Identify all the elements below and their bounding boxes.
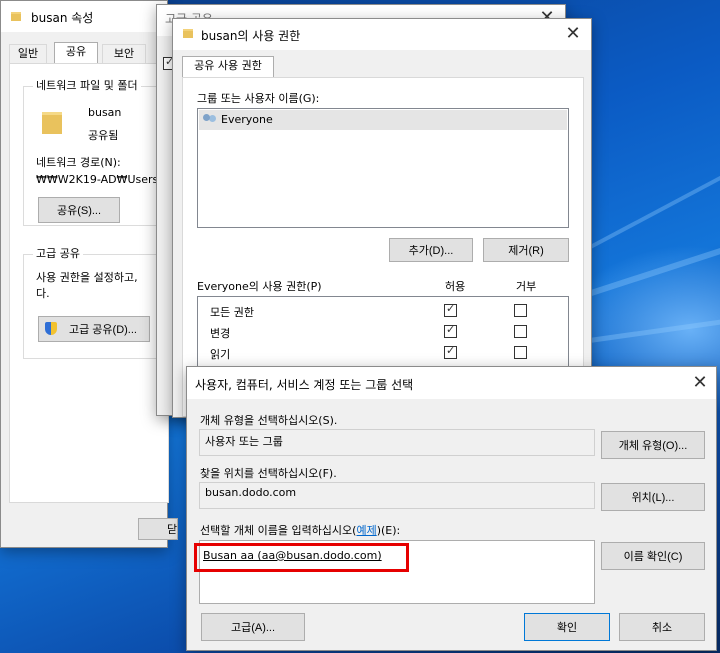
network-path-label: 네트워크 경로(N): bbox=[36, 156, 121, 169]
properties-window: busan 속성 일반 공유 보안 네트워크 파일 및 폴더 busan 공유됨… bbox=[0, 0, 178, 548]
highlight-box bbox=[194, 543, 409, 572]
permissions-window: busan의 사용 권한 ✕ 공유 사용 권한 그룹 또는 사용자 이름(G):… bbox=[172, 18, 592, 418]
check-names-button[interactable]: 이름 확인(C) bbox=[601, 542, 705, 570]
tab-security[interactable]: 보안 bbox=[102, 44, 146, 64]
sharing-panel: 네트워크 파일 및 폴더 busan 공유됨 네트워크 경로(N): ₩₩W2K… bbox=[9, 63, 169, 503]
permission-name: 모든 권한 bbox=[210, 306, 254, 319]
list-item[interactable]: Everyone bbox=[199, 110, 567, 130]
locations-button[interactable]: 위치(L)... bbox=[601, 483, 705, 511]
allow-change-checkbox[interactable]: ✓ bbox=[444, 323, 457, 338]
location-label: 찾을 위치를 선택하십시오(F). bbox=[200, 467, 337, 480]
group-user-label: 그룹 또는 사용자 이름(G): bbox=[197, 92, 320, 105]
group-user-listbox[interactable]: Everyone bbox=[197, 108, 569, 228]
cancel-button[interactable]: 취소 bbox=[619, 613, 705, 641]
share-button[interactable]: 공유(S)... bbox=[38, 197, 120, 223]
tab-sharing[interactable]: 공유 bbox=[54, 42, 98, 64]
properties-title: busan 속성 bbox=[31, 11, 94, 25]
ok-button[interactable]: 확인 bbox=[524, 613, 610, 641]
allow-header: 허용 bbox=[445, 280, 466, 293]
network-path-value: ₩₩W2K19-AD₩Users₩ bbox=[36, 173, 170, 186]
allow-full-control-checkbox[interactable]: ✓ bbox=[444, 302, 457, 317]
folder-icon bbox=[11, 12, 21, 21]
user-name: Everyone bbox=[221, 113, 273, 126]
deny-header: 거부 bbox=[516, 280, 537, 293]
location-field: busan.dodo.com bbox=[199, 482, 595, 509]
light-ray bbox=[575, 312, 720, 345]
deny-change-checkbox[interactable] bbox=[514, 325, 527, 338]
advanced-button[interactable]: 고급(A)... bbox=[201, 613, 305, 641]
folder-status: 공유됨 bbox=[88, 129, 119, 142]
light-ray bbox=[590, 160, 720, 249]
close-icon[interactable]: ✕ bbox=[688, 372, 712, 394]
select-dialog-titlebar: 사용자, 컴퓨터, 서비스 계정 또는 그룹 선택 ✕ bbox=[187, 367, 716, 399]
add-button[interactable]: 추가(D)... bbox=[389, 238, 473, 262]
folder-name: busan bbox=[88, 106, 122, 119]
permissions-title: busan의 사용 권한 bbox=[201, 29, 301, 43]
permission-name: 읽기 bbox=[210, 348, 231, 361]
advanced-sharing-button[interactable]: 고급 공유(D)... bbox=[38, 316, 150, 342]
network-group-title: 네트워크 파일 및 폴더 bbox=[33, 77, 141, 93]
shared-folder-icon bbox=[42, 112, 62, 134]
object-type-label: 개체 유형을 선택하십시오(S). bbox=[200, 414, 338, 427]
tab-general[interactable]: 일반 bbox=[9, 44, 47, 64]
ok-button-partial[interactable]: 닫 bbox=[138, 518, 178, 540]
advanced-description: 사용 권한을 설정하고, bbox=[36, 271, 138, 284]
object-types-button[interactable]: 개체 유형(O)... bbox=[601, 431, 705, 459]
permissions-label: Everyone의 사용 권한(P) bbox=[197, 280, 322, 293]
allow-read-checkbox[interactable]: ✓ bbox=[444, 344, 457, 359]
remove-button[interactable]: 제거(R) bbox=[483, 238, 569, 262]
object-names-label: 선택할 개체 이름을 입력하십시오(예제)(E): bbox=[200, 524, 401, 537]
permission-name: 변경 bbox=[210, 327, 231, 340]
tab-share-permissions[interactable]: 공유 사용 권한 bbox=[182, 56, 274, 78]
deny-full-control-checkbox[interactable] bbox=[514, 304, 527, 317]
examples-link[interactable]: 예제 bbox=[356, 524, 376, 537]
advanced-group-title: 고급 공유 bbox=[33, 245, 83, 261]
object-type-field: 사용자 또는 그룹 bbox=[199, 429, 595, 456]
deny-read-checkbox[interactable] bbox=[514, 346, 527, 359]
close-icon[interactable]: ✕ bbox=[561, 23, 585, 45]
uac-shield-icon bbox=[45, 322, 57, 335]
permissions-titlebar: busan의 사용 권한 ✕ bbox=[173, 19, 591, 50]
advanced-sharing-label: 고급 공유(D)... bbox=[69, 324, 137, 336]
users-icon bbox=[203, 114, 210, 121]
select-users-dialog: 사용자, 컴퓨터, 서비스 계정 또는 그룹 선택 ✕ 개체 유형을 선택하십시… bbox=[186, 366, 717, 651]
advanced-description-line2: 다. bbox=[36, 287, 50, 300]
properties-titlebar: busan 속성 bbox=[1, 1, 167, 32]
folder-icon bbox=[183, 29, 193, 38]
select-dialog-title: 사용자, 컴퓨터, 서비스 계정 또는 그룹 선택 bbox=[195, 378, 414, 392]
